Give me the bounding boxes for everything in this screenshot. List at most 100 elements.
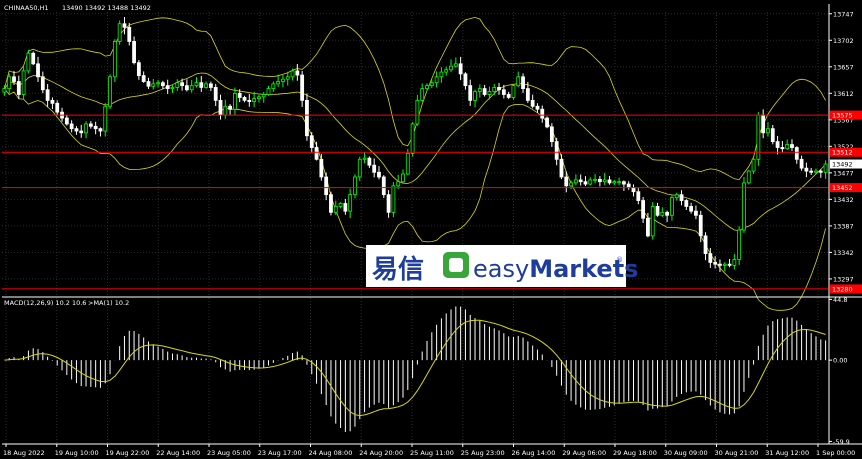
candle-body	[434, 76, 439, 84]
candle-body	[266, 88, 271, 95]
macd-tick-label: -59.9	[833, 438, 850, 446]
candles-layer	[2, 16, 828, 273]
price-line-label: 13575	[832, 112, 853, 120]
candle-body	[540, 108, 545, 119]
candle-body	[564, 176, 569, 187]
candle-body	[823, 163, 828, 173]
candle-body	[151, 83, 156, 87]
candle-body	[593, 178, 597, 181]
candle-body	[223, 105, 228, 116]
candle-body	[732, 259, 737, 266]
candle-body	[569, 182, 573, 187]
candle-body	[487, 91, 492, 95]
candle-body	[641, 200, 646, 219]
candle-body	[482, 88, 487, 95]
candle-body	[242, 97, 247, 101]
candle-body	[492, 87, 497, 92]
macd-indicator-label: MACD(12,26,9) 10.2 10.6	[4, 299, 86, 307]
time-tick-label: 22 Aug 14:00	[156, 449, 200, 457]
candle-body	[338, 203, 343, 207]
current-price-label: 13492	[832, 161, 853, 169]
candle-body	[650, 206, 655, 237]
candle-body	[655, 206, 660, 216]
candle-body	[184, 85, 189, 91]
price-line-label: 13512	[832, 149, 853, 157]
candle-body	[804, 167, 809, 172]
watermark-easy-text: easy	[473, 255, 529, 283]
macd-ma-label: >MA(1) 10.2	[88, 299, 129, 307]
candle-body	[189, 85, 194, 91]
candle-body	[2, 88, 7, 93]
candle-body	[314, 147, 319, 160]
candle-body	[626, 183, 631, 188]
candle-body	[194, 82, 199, 87]
candle-body	[751, 158, 756, 172]
axes-layer: 1374713702136571361213567135221347713432…	[2, 4, 862, 457]
candle-body	[165, 85, 170, 89]
time-tick-label: 30 Aug 21:00	[715, 449, 759, 457]
time-tick-label: 19 Aug 10:00	[55, 449, 99, 457]
candle-body	[809, 170, 814, 173]
candle-body	[761, 114, 766, 134]
price-tick-label: 13342	[833, 249, 854, 257]
candle-body	[79, 130, 84, 134]
candle-body	[40, 76, 45, 91]
candle-body	[790, 144, 794, 148]
time-tick-label: 23 Aug 17:00	[258, 449, 302, 457]
time-tick-label: 24 Aug 20:00	[359, 449, 403, 457]
candle-body	[722, 263, 727, 266]
candle-body	[367, 157, 372, 166]
candle-body	[247, 99, 252, 102]
candle-body	[329, 194, 333, 213]
candle-body	[622, 181, 626, 185]
trading-chart-window: 13747 13702 13657 13612 13567 13522 13477 13432…	[0, 0, 862, 459]
candle-body	[237, 92, 242, 98]
candle-body	[501, 89, 506, 95]
price-line-label: 13452	[832, 184, 853, 192]
time-tick-label: 29 Aug 18:00	[613, 449, 657, 457]
candle-body	[108, 76, 112, 107]
time-tick-label: 31 Aug 12:00	[765, 449, 809, 457]
candle-body	[617, 181, 621, 184]
price-tick-label: 13747	[833, 10, 854, 18]
watermark-logo-inner-icon	[449, 258, 463, 272]
candle-body	[16, 81, 21, 95]
candle-body	[209, 83, 213, 88]
candle-body	[213, 87, 218, 101]
candle-body	[420, 88, 425, 101]
candle-body	[319, 158, 324, 178]
candle-body	[218, 99, 223, 116]
time-tick-label: 25 Aug 11:00	[410, 449, 454, 457]
time-tick-label: 23 Aug 05:00	[207, 449, 251, 457]
watermark-brand-text: easyMarkets	[473, 255, 638, 283]
candle-body	[21, 70, 26, 95]
candle-body	[74, 128, 79, 132]
candle-body	[160, 82, 165, 87]
candle-body	[607, 179, 612, 184]
candle-body	[612, 181, 617, 184]
candle-body	[521, 76, 525, 89]
candle-body	[799, 158, 804, 169]
candle-body	[516, 76, 521, 87]
price-tick-label: 13297	[833, 275, 854, 283]
candle-body	[631, 187, 636, 193]
candle-body	[439, 71, 444, 78]
candle-body	[597, 178, 602, 183]
candle-body	[425, 85, 429, 89]
time-tick-label: 18 Aug 2022	[3, 449, 45, 457]
candle-body	[477, 88, 482, 92]
chart-canvas[interactable]: 1374713702136571361213567135221347713432…	[0, 0, 862, 459]
candle-body	[785, 144, 790, 150]
macd-tick-label: 0.00	[833, 357, 847, 365]
candle-body	[694, 210, 698, 216]
candle-body	[549, 126, 554, 143]
candle-body	[84, 123, 88, 134]
candle-body	[276, 81, 281, 85]
candle-body	[348, 194, 353, 212]
candle-body	[646, 217, 650, 237]
candle-body	[742, 182, 746, 231]
price-tick-label: 13432	[833, 196, 854, 204]
candle-body	[122, 23, 127, 28]
candle-body	[228, 105, 233, 110]
price-tick-label: 13477	[833, 169, 854, 177]
